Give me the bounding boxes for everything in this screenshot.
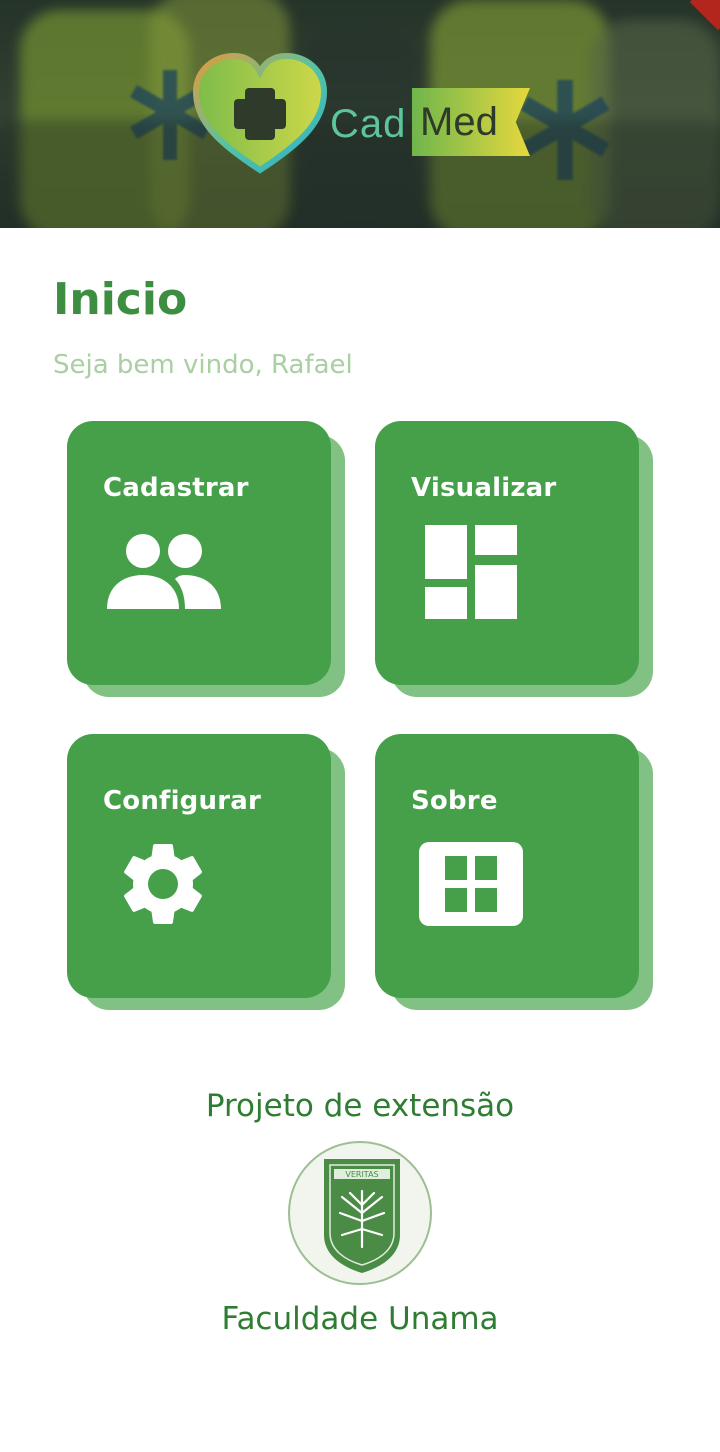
tile-label: Cadastrar — [103, 473, 249, 503]
tile-label: Sobre — [411, 786, 498, 816]
gear-icon — [124, 843, 202, 924]
people-icon — [107, 534, 221, 609]
dashboard-icon — [425, 525, 517, 619]
tile-surface[interactable]: Sobre — [375, 734, 639, 998]
tile-configurar[interactable]: Configurar — [67, 734, 345, 1012]
header-banner: Cad Med — [0, 0, 720, 228]
tile-surface[interactable]: Visualizar — [375, 421, 639, 685]
grid-box-icon — [419, 842, 523, 926]
project-caption: Projeto de extensão — [205, 1088, 515, 1124]
tile-label: Configurar — [103, 786, 261, 816]
page-title: Inicio — [53, 274, 188, 325]
faculty-name: Faculdade Unama — [221, 1301, 499, 1337]
logo-text-cad: Cad — [330, 102, 407, 146]
welcome-message: Seja bem vindo, Rafael — [53, 350, 353, 380]
tile-cadastrar[interactable]: Cadastrar — [67, 421, 345, 699]
tile-visualizar[interactable]: Visualizar — [375, 421, 653, 699]
logo-text-med: Med — [420, 100, 498, 144]
heart-cross-icon — [192, 52, 328, 174]
tile-label: Visualizar — [411, 473, 557, 503]
tile-sobre[interactable]: Sobre — [375, 734, 653, 1012]
university-seal: VERITAS — [288, 1141, 432, 1285]
tile-surface[interactable]: Configurar — [67, 734, 331, 998]
veritas-seal-icon: VERITAS — [324, 1159, 400, 1273]
tile-surface[interactable]: Cadastrar — [67, 421, 331, 685]
seal-text: VERITAS — [345, 1170, 378, 1179]
app-logo: Cad Med — [190, 52, 530, 177]
